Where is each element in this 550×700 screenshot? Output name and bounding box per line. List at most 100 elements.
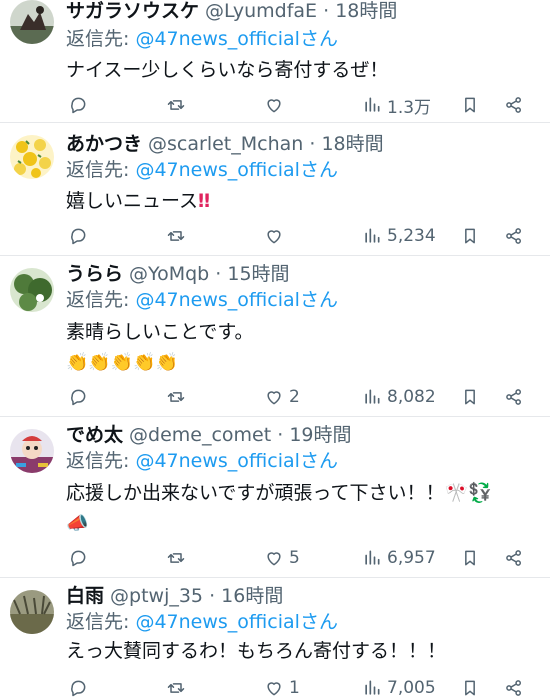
reply-tweet[interactable]: あかつき @scarlet_Mchan · 18時間 返信先: @47news_o…	[0, 123, 550, 256]
avatar[interactable]	[10, 268, 54, 312]
reply-icon	[71, 228, 86, 245]
reply-tweet[interactable]: サガラソウスケ @LyumdfaE · 18時間 返信先: @47news_off…	[0, 0, 550, 123]
timestamp[interactable]: 18時間	[335, 0, 397, 22]
share-button[interactable]	[504, 544, 524, 572]
retweet-button[interactable]	[166, 383, 186, 411]
share-icon	[506, 550, 521, 566]
reply-icon	[71, 550, 86, 567]
reply-to-link[interactable]: @47news_officialさん	[135, 450, 338, 472]
user-handle[interactable]: @LyumdfaE	[205, 0, 317, 22]
tweet-text: 応援しか出来ないですが頑張って下さい！！🎌💱	[66, 482, 492, 504]
view-count: 7,005	[387, 678, 436, 698]
timestamp[interactable]: 16時間	[221, 585, 283, 607]
tweet-text: 素晴らしいことです。	[66, 321, 254, 343]
reply-icon	[71, 680, 86, 697]
separator: ·	[317, 0, 336, 22]
avatar[interactable]	[10, 590, 54, 634]
views-icon	[365, 228, 380, 243]
timestamp[interactable]: 15時間	[227, 263, 289, 285]
avatar[interactable]	[10, 135, 54, 179]
views-button[interactable]: 5,234	[362, 222, 436, 250]
share-icon	[506, 228, 521, 244]
like-count: 2	[289, 387, 300, 407]
retweet-icon	[167, 553, 185, 563]
action-bar: 2 8,082	[66, 383, 540, 411]
avatar[interactable]	[10, 429, 54, 473]
views-button[interactable]: 7,005	[362, 674, 436, 700]
retweet-icon	[167, 683, 185, 693]
view-count: 5,234	[387, 226, 436, 246]
retweet-icon	[167, 100, 185, 110]
retweet-button[interactable]	[166, 674, 186, 700]
display-name[interactable]: あかつき	[66, 133, 142, 155]
separator: ·	[271, 424, 290, 446]
reply-to-link[interactable]: @47news_officialさん	[135, 289, 338, 311]
reply-tweet[interactable]: 白雨 @ptwj_35 · 16時間 返信先: @47news_officialさ…	[0, 578, 550, 700]
retweet-icon	[167, 231, 185, 241]
reply-feed: サガラソウスケ @LyumdfaE · 18時間 返信先: @47news_off…	[0, 0, 550, 700]
timestamp[interactable]: 18時間	[321, 133, 383, 155]
views-icon	[365, 550, 380, 565]
bookmark-button[interactable]	[460, 91, 480, 119]
tweet-header: でめ太 @deme_comet · 19時間	[66, 422, 352, 448]
separator: ·	[303, 133, 322, 155]
like-button[interactable]	[264, 222, 289, 250]
bookmark-button[interactable]	[460, 222, 480, 250]
user-handle[interactable]: @ptwj_35	[110, 585, 203, 607]
display-name[interactable]: サガラソウスケ	[66, 0, 199, 22]
reply-icon	[71, 389, 86, 406]
view-count: 6,957	[387, 548, 436, 568]
bookmark-button[interactable]	[460, 544, 480, 572]
share-button[interactable]	[504, 383, 524, 411]
user-handle[interactable]: @deme_comet	[129, 424, 271, 446]
retweet-button[interactable]	[166, 544, 186, 572]
like-count: 1	[289, 678, 300, 698]
action-bar: 5 6,957	[66, 544, 540, 572]
view-count: 8,082	[387, 387, 436, 407]
display-name[interactable]: 白雨	[66, 585, 104, 607]
tweet-text-emoji-line: 📣	[66, 513, 89, 534]
user-handle[interactable]: @YoMqb	[129, 263, 209, 285]
share-button[interactable]	[504, 674, 524, 700]
reply-context: 返信先: @47news_officialさん	[66, 448, 338, 474]
reply-button[interactable]	[68, 91, 88, 119]
reply-tweet[interactable]: でめ太 @deme_comet · 19時間 返信先: @47news_offic…	[0, 417, 550, 578]
timestamp[interactable]: 19時間	[289, 424, 351, 446]
reply-button[interactable]	[68, 222, 88, 250]
reply-to-link[interactable]: @47news_officialさん	[135, 159, 338, 181]
bookmark-button[interactable]	[460, 674, 480, 700]
views-button[interactable]: 6,957	[362, 544, 436, 572]
views-button[interactable]: 8,082	[362, 383, 436, 411]
reply-label: 返信先:	[66, 611, 136, 633]
action-bar: 1.3万	[66, 91, 540, 119]
views-button[interactable]: 1.3万	[362, 91, 431, 119]
double-exclamation-emoji: ‼	[198, 190, 210, 212]
like-button[interactable]: 1	[264, 674, 300, 700]
view-count: 1.3万	[387, 97, 432, 118]
reply-button[interactable]	[68, 383, 88, 411]
tweet-text-body: 嬉しいニュース	[66, 190, 199, 212]
reply-label: 返信先:	[66, 159, 136, 181]
bookmark-button[interactable]	[460, 383, 480, 411]
separator: ·	[203, 585, 222, 607]
reply-tweet[interactable]: うらら @YoMqb · 15時間 返信先: @47news_officialさん…	[0, 256, 550, 417]
user-handle[interactable]: @scarlet_Mchan	[148, 133, 303, 155]
share-button[interactable]	[504, 91, 524, 119]
like-button[interactable]: 5	[264, 544, 300, 572]
retweet-button[interactable]	[166, 91, 186, 119]
like-button[interactable]	[264, 91, 289, 119]
share-icon	[506, 97, 521, 113]
bookmark-icon	[465, 389, 475, 405]
reply-to-link[interactable]: @47news_officialさん	[135, 611, 338, 633]
tweet-text: えっ大賛同するわ！もちろん寄付する！！！	[66, 640, 447, 662]
like-icon	[267, 552, 281, 566]
retweet-button[interactable]	[166, 222, 186, 250]
like-button[interactable]: 2	[264, 383, 300, 411]
reply-button[interactable]	[68, 674, 88, 700]
share-button[interactable]	[504, 222, 524, 250]
reply-to-link[interactable]: @47news_officialさん	[135, 28, 338, 50]
avatar[interactable]	[10, 0, 54, 44]
reply-button[interactable]	[68, 544, 88, 572]
display-name[interactable]: うらら	[66, 263, 123, 285]
display-name[interactable]: でめ太	[66, 424, 123, 446]
